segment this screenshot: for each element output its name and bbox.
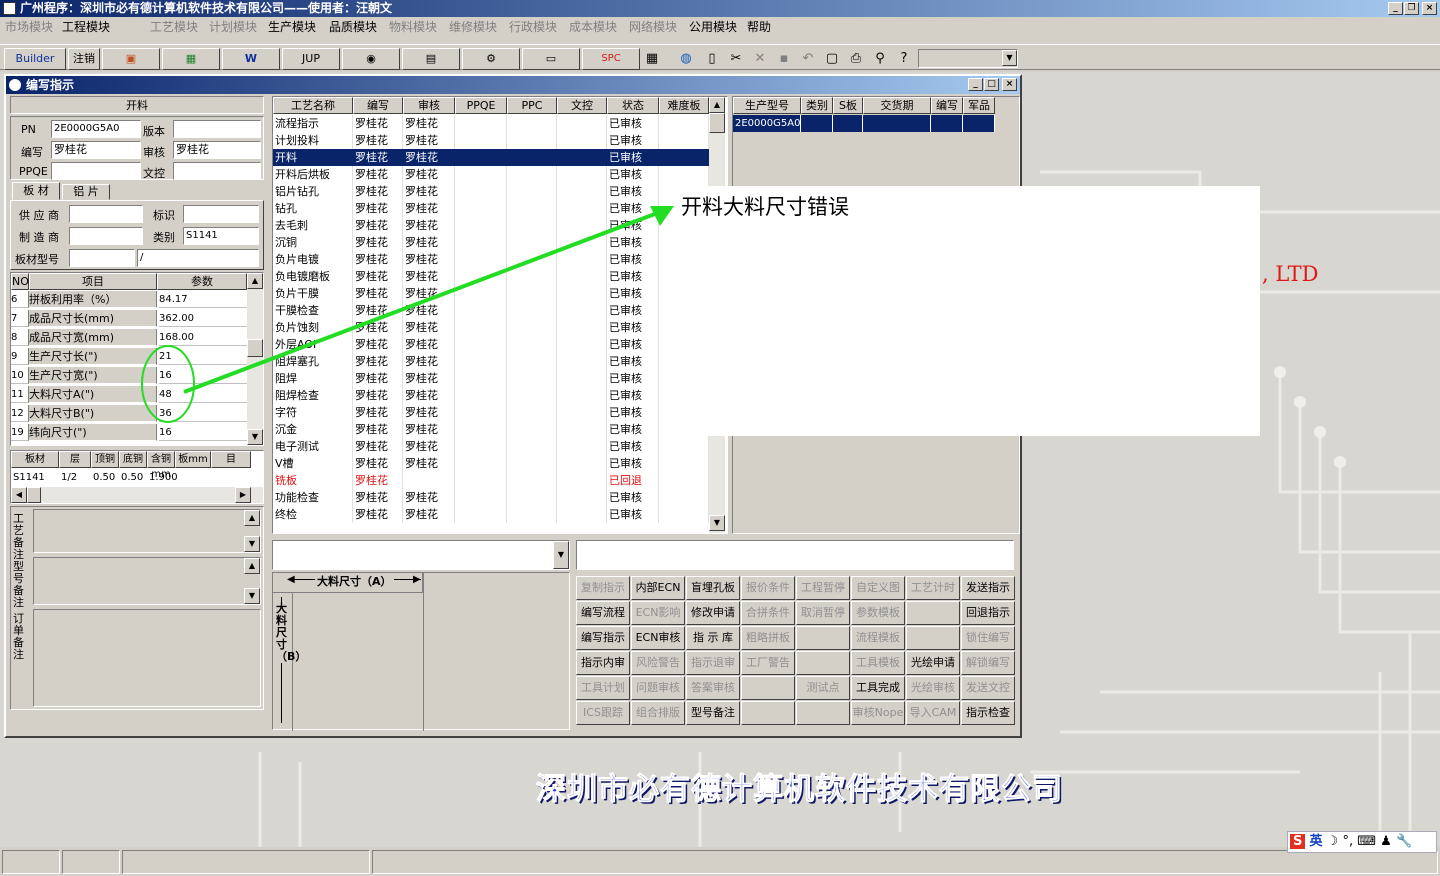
user-icon[interactable]: ♟	[1380, 834, 1392, 849]
punct-icon[interactable]: °,	[1342, 834, 1353, 849]
status-pane-2	[62, 850, 120, 874]
status-pane-3	[122, 850, 370, 874]
moon-icon[interactable]: ☽	[1327, 834, 1339, 849]
annotation-overlay	[141, 206, 674, 423]
ime-toolbar[interactable]: S 英 ☽ °, ⌨ ♟ 🔧	[1287, 831, 1437, 853]
wrench-icon[interactable]: 🔧	[1396, 834, 1412, 849]
keyboard-icon[interactable]: ⌨	[1357, 834, 1376, 849]
status-pane-4	[372, 850, 1438, 874]
annotation-circle	[141, 345, 195, 423]
status-bar	[0, 848, 1440, 876]
sogou-icon[interactable]: S	[1290, 834, 1306, 849]
ime-lang[interactable]: 英	[1310, 834, 1323, 849]
status-pane-1	[2, 850, 60, 874]
annotation-arrow	[183, 210, 661, 394]
